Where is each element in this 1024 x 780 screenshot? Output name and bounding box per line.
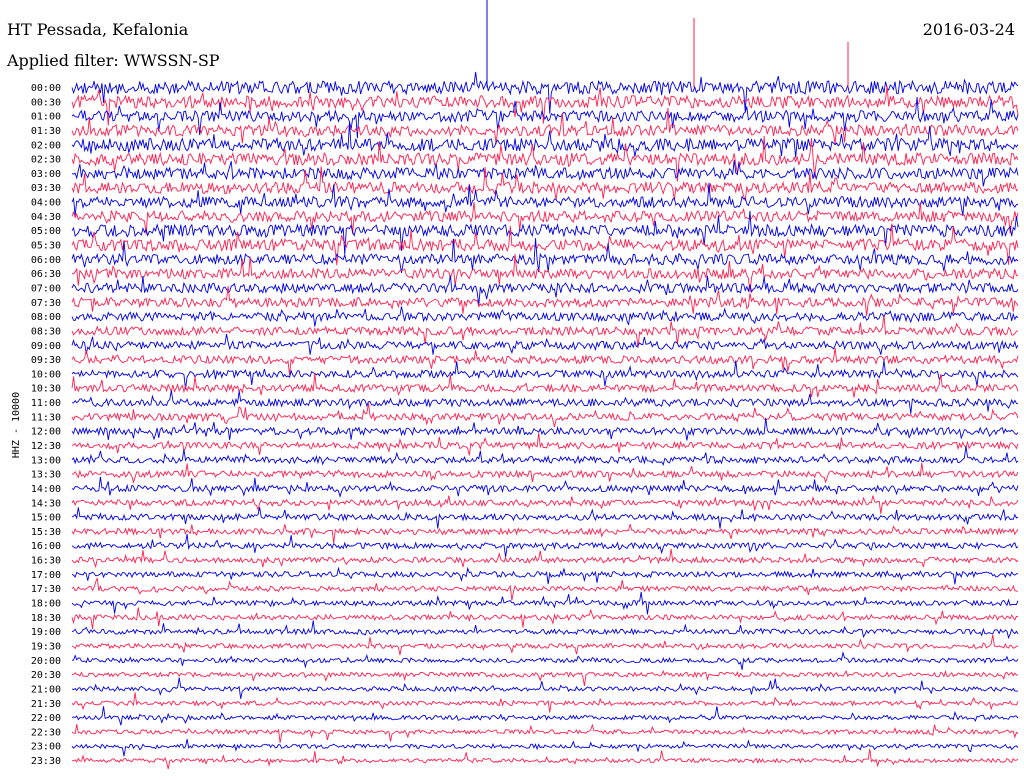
time-tick-label: 04:30 <box>31 212 61 223</box>
helicorder-plot: 00:00 00:30 01:00 01:30 02:00 02:30 03:00 03:30… <box>31 0 1019 770</box>
seismic-trace-line <box>71 566 1019 585</box>
seismic-trace-line <box>71 238 1019 273</box>
seismic-trace-line <box>71 433 1019 456</box>
seismic-trace-line <box>71 651 1019 670</box>
seismic-trace-line <box>71 476 1019 498</box>
time-tick-label: 18:30 <box>31 613 61 624</box>
seismic-trace-line <box>71 306 1019 327</box>
time-tick-label: 23:30 <box>31 756 61 767</box>
seismic-trace-line <box>71 182 1019 217</box>
time-tick-label: 05:30 <box>31 241 61 252</box>
seismic-trace-line <box>71 166 1019 201</box>
time-tick-label: 00:00 <box>31 83 61 94</box>
seismic-trace-line <box>71 591 1019 615</box>
seismic-trace-line <box>71 495 1019 514</box>
seismic-trace-line <box>71 739 1019 757</box>
time-tick-label: 07:30 <box>31 298 61 309</box>
seismic-trace-line <box>71 373 1019 398</box>
time-tick-label: 10:00 <box>31 369 61 380</box>
time-tick-label: 19:30 <box>31 641 61 652</box>
seismic-trace-line <box>71 122 1019 158</box>
time-tick-label: 01:30 <box>31 126 61 137</box>
time-tick-labels: 00:00 00:30 01:00 01:30 02:00 02:30 03:00 03:30… <box>31 83 61 767</box>
time-tick-label: 17:00 <box>31 570 61 581</box>
time-tick-label: 21:30 <box>31 699 61 710</box>
time-tick-label: 06:30 <box>31 269 61 280</box>
time-tick-label: 07:00 <box>31 283 61 294</box>
time-tick-label: 13:00 <box>31 455 61 466</box>
time-tick-label: 03:00 <box>31 169 61 180</box>
time-tick-label: 08:00 <box>31 312 61 323</box>
seismic-trace-line <box>71 669 1019 686</box>
time-tick-label: 20:30 <box>31 670 61 681</box>
time-tick-label: 15:30 <box>31 527 61 538</box>
seismic-trace-line <box>71 607 1019 629</box>
time-tick-label: 16:00 <box>31 541 61 552</box>
time-tick-label: 17:30 <box>31 584 61 595</box>
time-tick-label: 10:30 <box>31 384 61 395</box>
time-tick-label: 22:00 <box>31 713 61 724</box>
time-tick-label: 03:30 <box>31 183 61 194</box>
time-tick-label: 00:30 <box>31 97 61 108</box>
time-tick-label: 11:00 <box>31 398 61 409</box>
time-tick-label: 01:00 <box>31 112 61 123</box>
time-tick-label: 16:30 <box>31 556 61 567</box>
time-tick-label: 09:00 <box>31 341 61 352</box>
seismic-trace-line <box>71 446 1019 466</box>
time-tick-label: 11:30 <box>31 412 61 423</box>
seismic-trace-line <box>71 723 1019 743</box>
seismic-trace-line <box>71 677 1019 699</box>
time-tick-label: 12:00 <box>31 427 61 438</box>
time-tick-label: 06:00 <box>31 255 61 266</box>
seismic-trace-line <box>71 524 1019 544</box>
time-tick-label: 20:00 <box>31 656 61 667</box>
time-tick-label: 23:00 <box>31 742 61 753</box>
seismic-trace-line <box>71 108 1019 145</box>
time-tick-label: 05:00 <box>31 226 61 237</box>
seismic-trace-line <box>71 548 1019 569</box>
time-tick-label: 13:30 <box>31 470 61 481</box>
time-tick-label: 14:30 <box>31 498 61 509</box>
seismic-trace-line <box>71 417 1019 441</box>
seismic-trace-line <box>71 634 1019 656</box>
seismic-trace-line <box>71 159 1019 187</box>
seismic-trace-line <box>71 507 1019 529</box>
seismic-trace-line <box>71 333 1019 355</box>
time-tick-label: 19:00 <box>31 627 61 638</box>
time-tick-label: 18:00 <box>31 599 61 610</box>
seismic-trace-line <box>71 275 1019 306</box>
time-tick-label: 21:00 <box>31 684 61 695</box>
time-tick-label: 02:00 <box>31 140 61 151</box>
time-tick-label: 22:30 <box>31 727 61 738</box>
time-tick-label: 04:00 <box>31 198 61 209</box>
seismic-trace-line <box>72 462 1019 484</box>
seismic-trace-line <box>71 749 1019 770</box>
time-tick-label: 09:30 <box>31 355 61 366</box>
time-tick-label: 15:00 <box>31 513 61 524</box>
time-tick-label: 12:30 <box>31 441 61 452</box>
seismic-trace-line <box>71 692 1019 713</box>
trace-group <box>71 0 1019 770</box>
seismic-trace-line <box>71 533 1019 558</box>
seismic-trace-line <box>71 706 1019 726</box>
time-tick-label: 02:30 <box>31 155 61 166</box>
seismic-trace-line <box>71 620 1019 640</box>
time-tick-label: 14:00 <box>31 484 61 495</box>
time-tick-label: 08:30 <box>31 326 61 337</box>
